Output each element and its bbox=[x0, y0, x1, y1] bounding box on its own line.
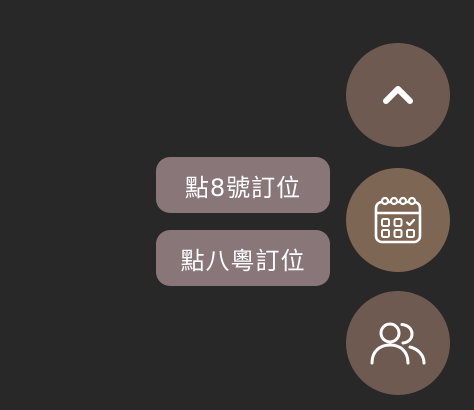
booking-8-mo-button[interactable]: 點八粵訂位 bbox=[156, 230, 330, 286]
scroll-to-top-button[interactable] bbox=[346, 43, 450, 147]
calendar-icon bbox=[374, 196, 422, 244]
booking-8-button[interactable]: 點8號訂位 bbox=[156, 157, 330, 213]
floating-action-menu: 點8號訂位 點八粵訂位 bbox=[0, 0, 474, 410]
users-icon bbox=[370, 322, 426, 365]
booking-calendar-button[interactable] bbox=[346, 168, 450, 272]
chevron-up-icon bbox=[383, 86, 413, 104]
users-button[interactable] bbox=[346, 291, 450, 395]
